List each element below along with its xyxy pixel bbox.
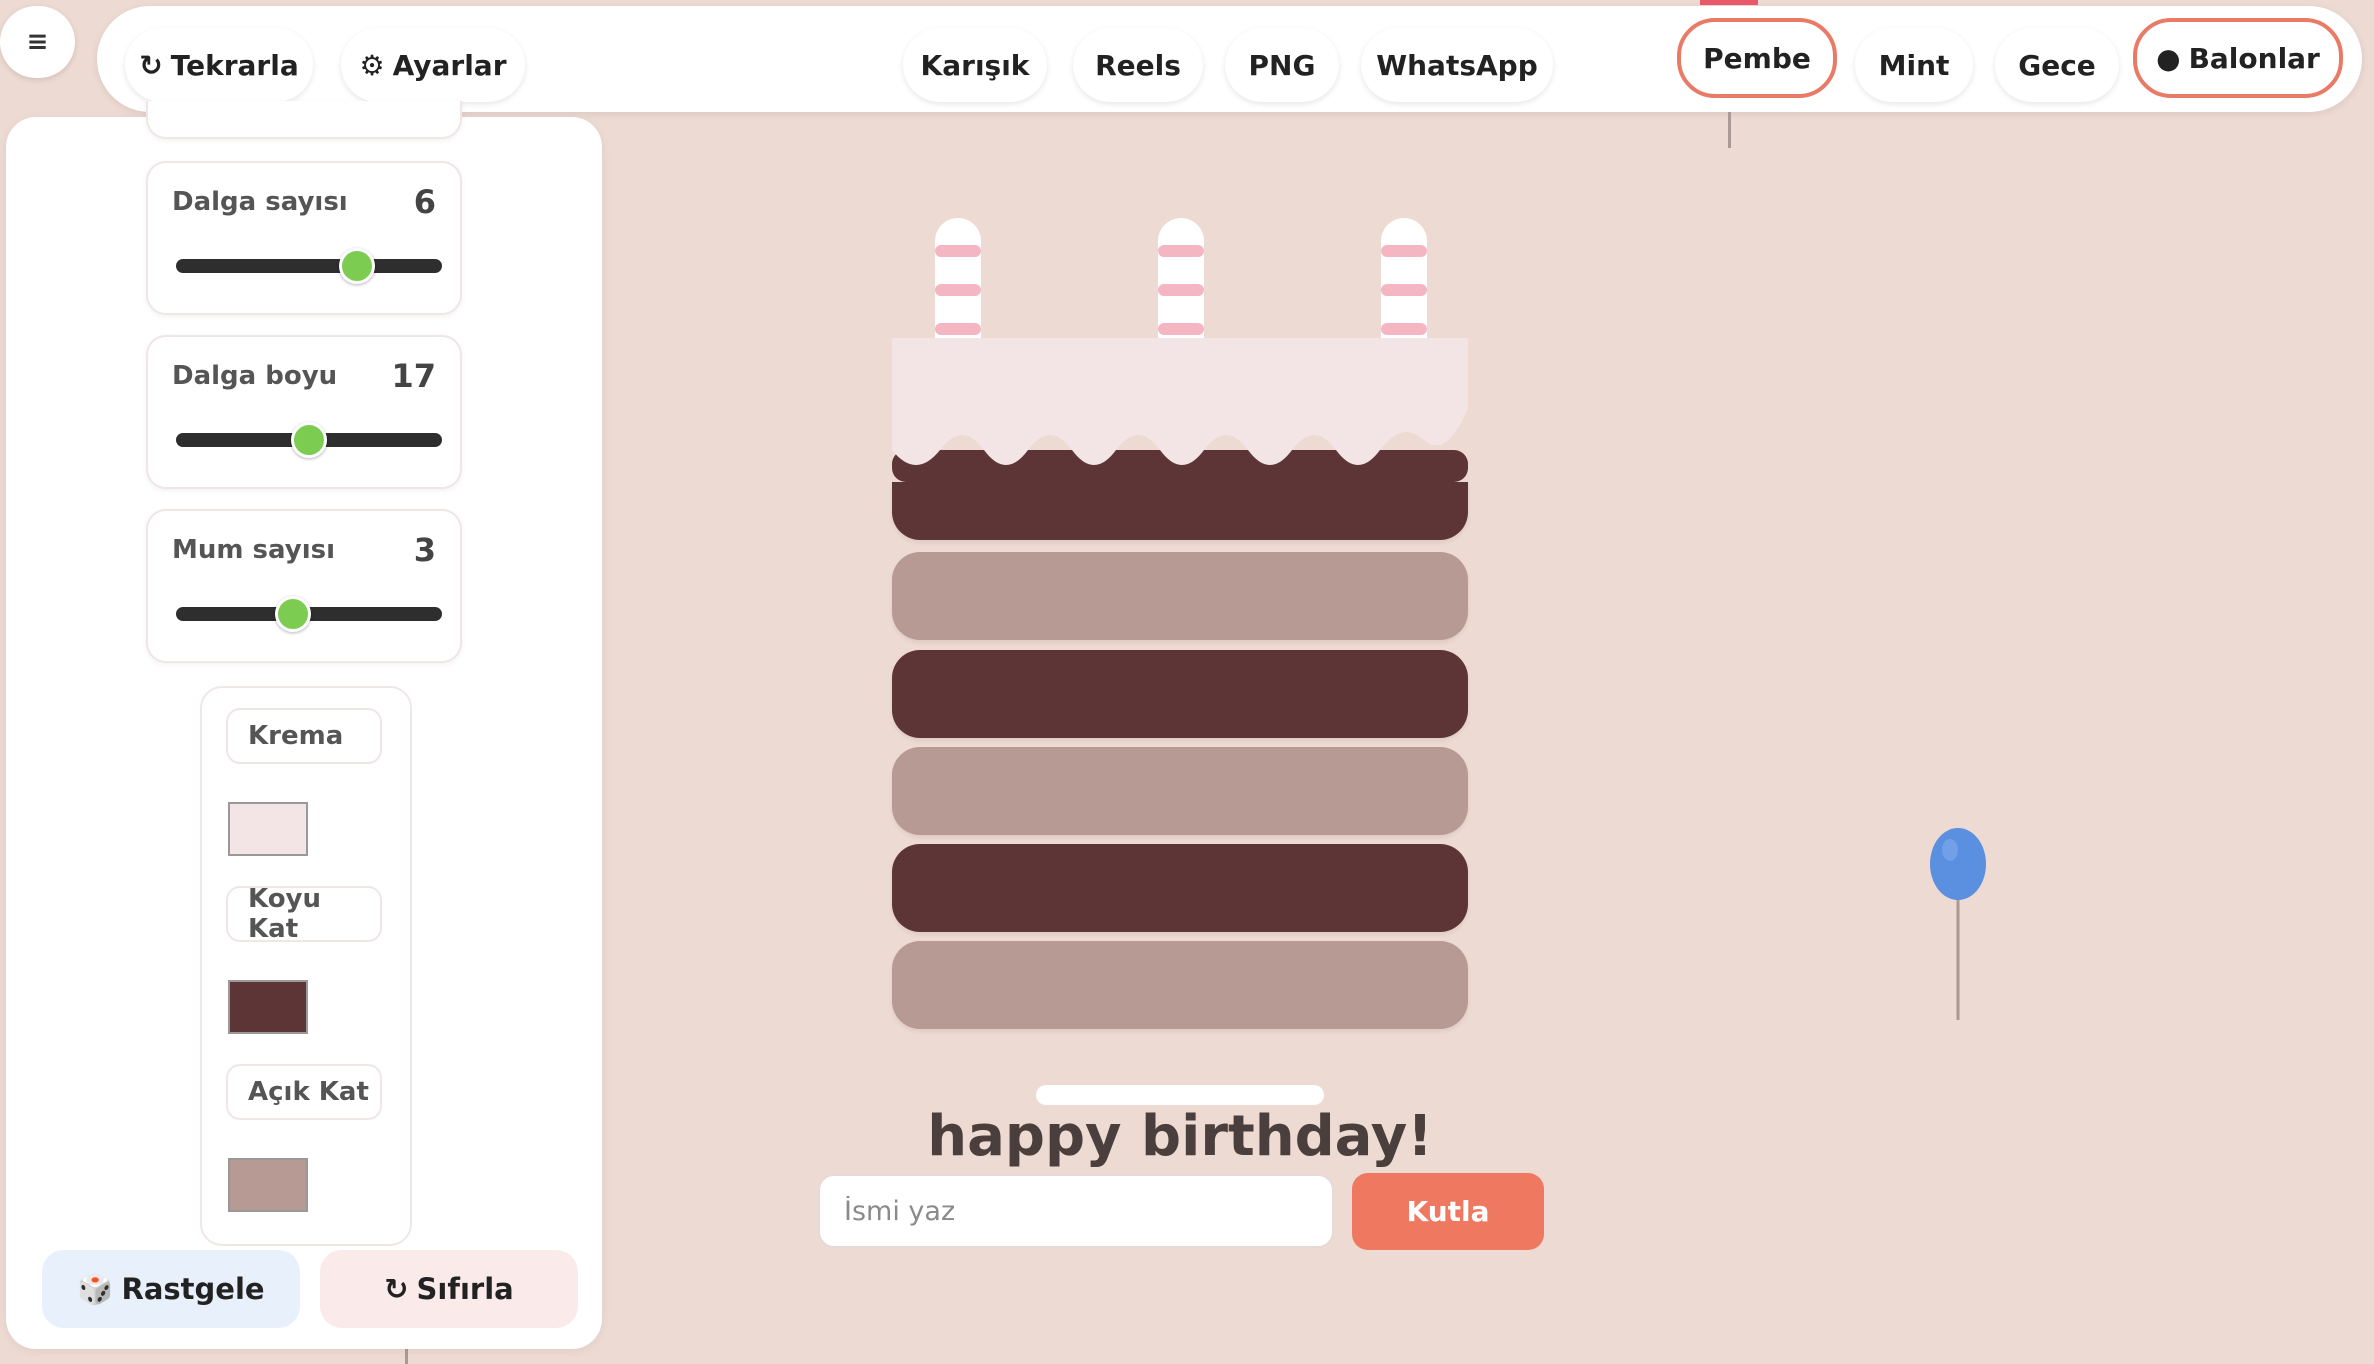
theme-button-gece[interactable]: Gece [1995,28,2119,102]
candle-count-slider-thumb[interactable] [275,596,312,632]
balloons-label: Balonlar [2188,41,2320,75]
mode-button-whatsapp[interactable]: WhatsApp [1361,28,1553,102]
randomize-label: Rastgele [121,1272,265,1306]
cake-top [892,218,1468,482]
reset-label: Sıfırla [416,1272,514,1306]
replay-button[interactable]: ↻ Tekrarla [125,28,313,102]
greeting-text: happy birthday! [927,1104,1433,1169]
color-settings: Krema Koyu Kat Açık Kat [200,686,412,1246]
light-layer-color-label: Açık Kat [226,1064,382,1120]
replay-label: Tekrarla [170,48,299,82]
mode-button-png[interactable]: PNG [1225,28,1339,102]
dot-icon: ● [2156,41,2181,75]
name-input[interactable] [818,1174,1334,1248]
balloon-string-top [1728,112,1731,148]
gear-icon: ⚙ [359,48,385,82]
wave-length-label: Dalga boyu [172,361,338,391]
cake-plate [1036,1085,1324,1105]
cake-layer-2 [892,552,1468,640]
cake-layer-3 [892,650,1468,738]
light-layer-color-swatch[interactable] [228,1158,308,1212]
balloons-toggle[interactable]: ● Balonlar [2133,18,2343,98]
wave-length-card: Dalga boyu 17 [146,335,462,489]
wave-count-slider[interactable] [176,248,442,284]
dice-icon: 🎲 [77,1271,114,1306]
wave-count-label: Dalga sayısı [172,187,348,217]
candle-count-label: Mum sayısı [172,535,335,565]
candle-count-value: 3 [413,531,436,569]
reset-button[interactable]: ↻ Sıfırla [320,1250,578,1328]
top-toolbar: ↻ Tekrarla ⚙ Ayarlar Karışık Reels PNG W… [97,6,2362,112]
candle-count-card: Mum sayısı 3 [146,509,462,663]
balloon-icon [1930,828,1986,1020]
replay-icon: ↻ [139,48,163,82]
hamburger-icon: ≡ [26,27,49,57]
wave-count-slider-thumb[interactable] [338,248,375,284]
candle-count-slider[interactable] [176,596,442,632]
dark-layer-color-swatch[interactable] [228,980,308,1034]
mode-button-mixed[interactable]: Karışık [903,28,1047,102]
frosting-color-label: Krema [226,708,382,764]
wave-length-slider[interactable] [176,422,442,458]
cake-layer-6 [892,941,1468,1029]
settings-button[interactable]: ⚙ Ayarlar [341,28,525,102]
reset-icon: ↻ [384,1272,409,1306]
cake-layer-5 [892,844,1468,932]
collapsed-card [146,101,462,139]
randomize-button[interactable]: 🎲 Rastgele [42,1250,300,1328]
mode-button-reels[interactable]: Reels [1073,28,1203,102]
wave-count-card: Dalga sayısı 6 [146,161,462,315]
cake-layer-4 [892,747,1468,835]
cake-layer-1 [892,482,1468,540]
active-indicator [1700,0,1758,5]
dark-layer-color-label: Koyu Kat [226,884,382,944]
wave-length-value: 17 [391,357,436,395]
frosting-color-swatch[interactable] [228,802,308,856]
wave-length-slider-thumb[interactable] [291,422,327,458]
balloon-string-bottom [405,1348,408,1364]
menu-button[interactable]: ≡ [0,6,75,78]
theme-button-mint[interactable]: Mint [1855,28,1973,102]
wave-count-value: 6 [413,183,436,221]
settings-label: Ayarlar [392,48,507,82]
celebrate-button[interactable]: Kutla [1352,1173,1544,1250]
frosting [892,338,1468,465]
theme-button-pembe[interactable]: Pembe [1677,18,1837,98]
